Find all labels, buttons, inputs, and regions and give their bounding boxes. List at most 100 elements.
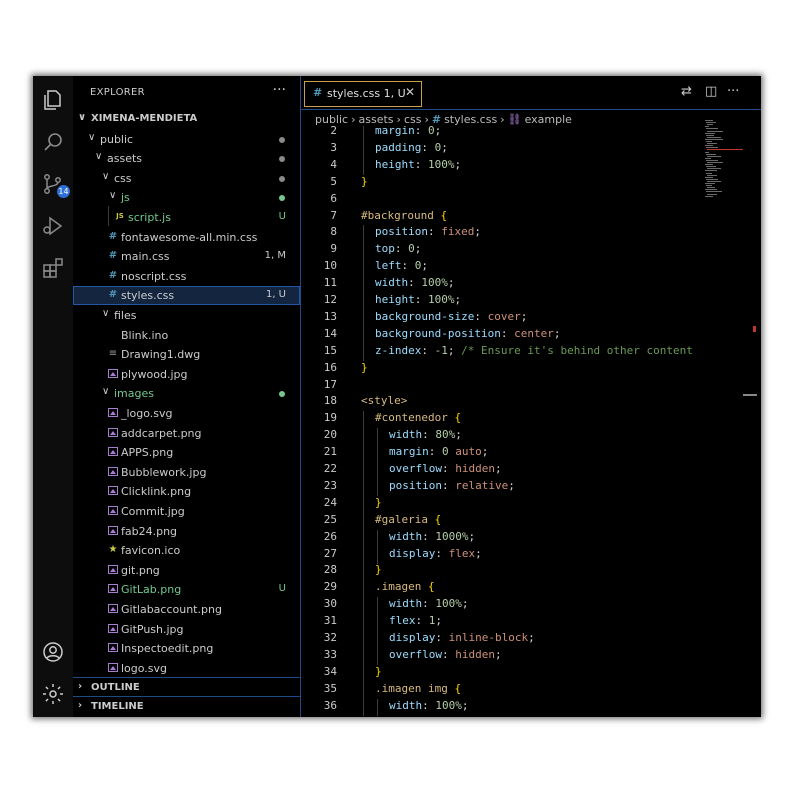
file-item[interactable]: # styles.css 1, U xyxy=(73,286,300,306)
tab-styles-css[interactable]: # styles.css 1, U ✕ xyxy=(304,81,422,107)
code-token: 100% xyxy=(435,597,462,611)
chevron-down-icon: ∨ xyxy=(88,131,96,143)
file-item[interactable]: # fontawesome-all.min.css xyxy=(73,228,300,247)
minimap-line xyxy=(705,120,713,121)
line-content: width: 80%; xyxy=(389,428,462,441)
breadcrumb-item[interactable]: assets xyxy=(359,113,394,126)
indent-guide xyxy=(363,309,364,327)
file-item[interactable]: ≡ Drawing1.dwg xyxy=(73,345,300,364)
code-line: 33 overflow: hidden; xyxy=(301,647,721,665)
minimap-line xyxy=(705,183,715,184)
folder-item[interactable]: ∨ css xyxy=(73,169,300,188)
more-actions-icon[interactable]: ··· xyxy=(273,82,286,98)
file-item[interactable]: Clicklink.png xyxy=(73,482,300,501)
file-item[interactable]: # main.css 1, M xyxy=(73,247,300,266)
minimap-line xyxy=(707,136,721,138)
indent-guide xyxy=(377,478,378,496)
code-token: background-size xyxy=(375,309,475,323)
folder-item[interactable]: ∨ files xyxy=(73,306,300,325)
chevron-right-icon: › xyxy=(78,700,83,711)
line-content: top: 0; xyxy=(375,242,421,255)
tree-item-label: Drawing1.dwg xyxy=(121,348,201,362)
file-item[interactable]: Gitlabaccount.png xyxy=(73,600,300,619)
code-token: ; xyxy=(494,647,502,661)
tree-item-label: Clicklink.png xyxy=(121,485,192,499)
explorer-icon[interactable] xyxy=(39,86,67,114)
line-number: 7 xyxy=(330,208,337,222)
code-line: 2 margin: 0; xyxy=(301,126,721,141)
editor-area: # styles.css 1, U ✕ ⇄ ◫ ··· public › asset… xyxy=(301,76,761,717)
line-number: 34 xyxy=(323,664,337,678)
code-token: : xyxy=(421,140,435,154)
outline-section[interactable]: › OUTLINE xyxy=(73,677,300,697)
account-icon[interactable] xyxy=(39,638,67,666)
folder-item[interactable]: ∨ images xyxy=(73,384,300,403)
file-item[interactable]: Commit.jpg xyxy=(73,502,300,521)
code-token: relative xyxy=(455,478,509,492)
folder-item[interactable]: ∨ assets xyxy=(73,149,300,168)
close-icon[interactable]: ✕ xyxy=(405,85,415,99)
code-editor[interactable]: 2 margin: 0; 3 padding: 0; 4 height: 100%; 5} 6… xyxy=(301,126,761,717)
tree-item-label: Blink.ino xyxy=(121,328,169,342)
file-item[interactable]: # noscript.css xyxy=(73,267,300,286)
file-item[interactable]: GitLab.png U xyxy=(73,580,300,599)
indent-guide xyxy=(363,681,364,699)
breadcrumb-item[interactable]: public xyxy=(315,113,348,126)
line-content: background-size: cover; xyxy=(375,310,527,323)
file-item[interactable]: Inspectoedit.png xyxy=(73,639,300,658)
more-actions-icon[interactable]: ··· xyxy=(727,84,739,99)
breadcrumb-item[interactable]: styles.css xyxy=(444,113,497,126)
line-number: 35 xyxy=(323,681,337,695)
extensions-icon[interactable] xyxy=(39,254,67,282)
minimap[interactable] xyxy=(705,120,745,200)
code-token: position xyxy=(375,225,428,239)
folder-item[interactable]: ∨ js xyxy=(73,188,300,207)
source-control-icon[interactable]: 14 xyxy=(39,170,70,198)
image-file-icon xyxy=(107,562,119,577)
indent-guide xyxy=(363,631,364,648)
tree-item-label: favicon.ico xyxy=(121,544,181,558)
image-file-icon xyxy=(107,523,119,538)
breadcrumb-item[interactable]: example xyxy=(525,113,572,126)
file-item[interactable]: addcarpet.png xyxy=(73,424,300,443)
tree-item-label: GitLab.png xyxy=(121,583,182,597)
code-token: ; xyxy=(454,293,462,306)
code-token: : xyxy=(428,445,442,459)
folder-item[interactable]: ∨ public xyxy=(73,130,300,149)
split-editor-icon[interactable]: ◫ xyxy=(705,84,717,99)
breadcrumb-item[interactable]: css xyxy=(404,113,422,126)
file-item[interactable]: Bubblework.jpg xyxy=(73,463,300,482)
code-token: left xyxy=(375,259,402,273)
code-token: .imagen xyxy=(375,580,422,594)
code-line: 11 width: 100%; xyxy=(301,276,721,294)
file-item[interactable]: fab24.png xyxy=(73,522,300,541)
settings-gear-icon[interactable] xyxy=(39,680,67,708)
file-item[interactable]: plywood.jpg xyxy=(73,365,300,384)
code-token: flex xyxy=(448,546,476,560)
scrollbar-thumb[interactable] xyxy=(743,394,757,396)
line-content: left: 0; xyxy=(375,259,428,272)
timeline-section[interactable]: › TIMELINE xyxy=(73,696,300,716)
run-debug-icon[interactable] xyxy=(39,212,67,240)
indent-guide xyxy=(377,546,378,564)
file-item[interactable]: ★ favicon.ico xyxy=(73,541,300,560)
compare-changes-icon[interactable]: ⇄ xyxy=(681,84,692,99)
line-number: 24 xyxy=(323,495,337,509)
file-item[interactable]: _logo.svg xyxy=(73,404,300,423)
file-item[interactable]: git.png xyxy=(73,561,300,580)
file-item[interactable]: GitPush.jpg xyxy=(73,620,300,639)
workspace-root[interactable]: ∨ XIMENA-MENDIETA xyxy=(73,110,300,129)
code-token: height xyxy=(375,293,415,306)
code-line: 31 flex: 1; xyxy=(301,614,721,632)
code-token: ; xyxy=(441,140,448,154)
search-icon[interactable] xyxy=(39,128,67,156)
file-item[interactable]: APPS.png xyxy=(73,443,300,462)
code-line: 5} xyxy=(301,175,721,192)
line-number: 25 xyxy=(323,512,337,526)
line-number: 19 xyxy=(323,411,337,425)
file-item[interactable]: logo.svg xyxy=(73,659,300,678)
line-number: 36 xyxy=(323,698,337,712)
file-item[interactable]: Blink.ino xyxy=(73,326,300,345)
line-content: #background { xyxy=(361,209,447,222)
line-number: 5 xyxy=(330,174,337,188)
